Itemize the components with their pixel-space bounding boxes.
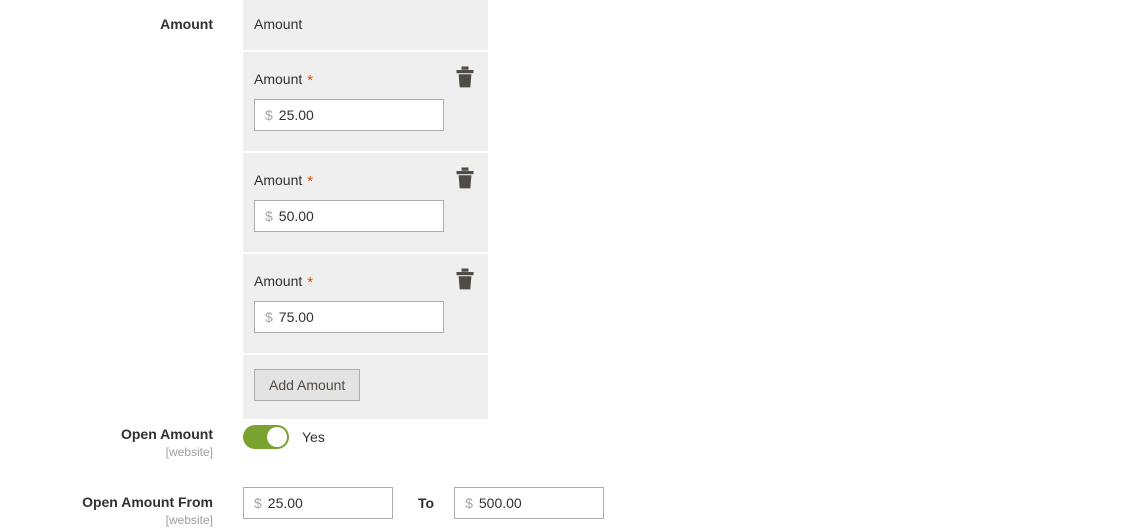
trash-icon — [456, 268, 474, 290]
open-amount-label-text: Open Amount — [120, 426, 213, 442]
open-amount-row: Open Amount [website] Yes — [0, 425, 488, 460]
amount-input-group[interactable]: $ — [254, 200, 444, 232]
open-amount-label: Open Amount [website] — [0, 425, 213, 460]
open-amount-to-input[interactable] — [478, 488, 604, 518]
amounts-panel-footer: Add Amount — [243, 355, 488, 419]
add-amount-button[interactable]: Add Amount — [254, 369, 361, 401]
open-amount-from-input-group[interactable]: $ — [243, 487, 393, 519]
amount-field-row: Amount — [0, 15, 213, 33]
delete-amount-button[interactable] — [454, 166, 476, 190]
amount-row-label-text: Amount — [254, 172, 303, 188]
trash-icon — [456, 66, 474, 88]
open-amount-to-input-group[interactable]: $ — [454, 487, 605, 519]
trash-icon — [456, 167, 474, 189]
open-amount-scope: [website] — [165, 445, 213, 459]
amount-row: Amount * $ — [243, 153, 488, 254]
toggle-knob — [267, 427, 287, 447]
required-asterisk: * — [307, 173, 314, 190]
open-amount-toggle-state: Yes — [302, 429, 325, 445]
amount-input[interactable] — [278, 302, 443, 332]
open-amount-from-label-text: Open Amount From — [82, 494, 213, 510]
required-asterisk: * — [307, 274, 314, 291]
amounts-panel-header: Amount — [243, 0, 488, 52]
currency-symbol: $ — [254, 495, 262, 511]
open-amount-from-scope: [website] — [165, 513, 213, 527]
currency-symbol: $ — [465, 495, 473, 511]
open-amount-toggle[interactable] — [243, 425, 289, 449]
amount-field-label-text: Amount — [160, 16, 213, 32]
amount-row-label: Amount * — [254, 70, 488, 90]
open-amount-from-row: Open Amount From [website] $ To $ — [0, 487, 610, 528]
currency-symbol: $ — [265, 107, 273, 123]
open-amount-to-label: To — [418, 495, 435, 511]
amount-row-label-text: Amount — [254, 273, 303, 289]
amount-input[interactable] — [278, 100, 443, 130]
open-amount-from-input[interactable] — [267, 488, 392, 518]
delete-amount-button[interactable] — [454, 267, 476, 291]
currency-symbol: $ — [265, 208, 273, 224]
amount-input-group[interactable]: $ — [254, 99, 444, 131]
open-amount-toggle-wrap: Yes — [243, 425, 325, 449]
amount-input[interactable] — [278, 201, 443, 231]
amount-input-group[interactable]: $ — [254, 301, 444, 333]
open-amount-from-label: Open Amount From [website] — [0, 487, 213, 528]
amount-row-label: Amount * — [254, 171, 488, 191]
amount-row: Amount * $ — [243, 254, 488, 355]
amount-row-label-text: Amount — [254, 71, 303, 87]
amount-field-label: Amount — [160, 15, 213, 33]
amounts-panel: Amount Amount* $ Amount* $ — [243, 0, 488, 419]
amount-row: Amount * $ — [243, 52, 488, 153]
currency-symbol: $ — [265, 309, 273, 325]
required-asterisk: * — [307, 72, 314, 89]
amounts-panel-header-text: Amount — [254, 16, 303, 32]
amount-row-label: Amount * — [254, 272, 488, 292]
delete-amount-button[interactable] — [454, 65, 476, 89]
